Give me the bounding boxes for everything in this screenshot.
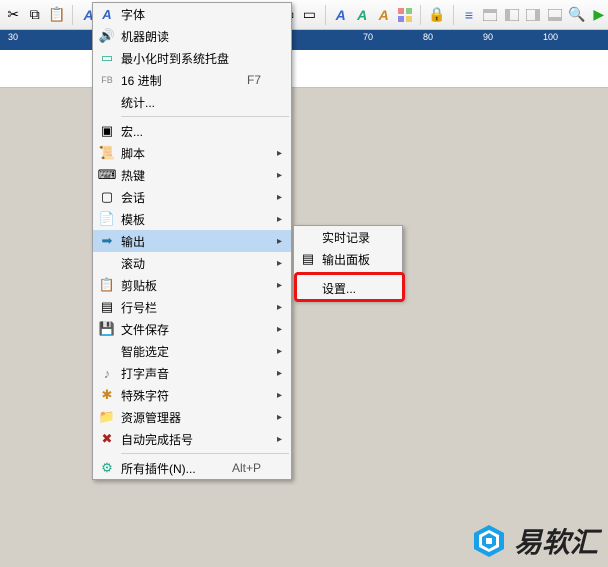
menu-item-template[interactable]: 📄 模板 ▸ — [93, 208, 291, 230]
menu-item-file-save[interactable]: 💾 文件保存 ▸ — [93, 318, 291, 340]
gear-icon: ⚙ — [93, 460, 121, 476]
menu-separator — [121, 453, 289, 454]
menu-item-special-char[interactable]: ✱ 特殊字符 ▸ — [93, 384, 291, 406]
scissors-icon[interactable]: ✂ — [4, 5, 22, 25]
chevron-right-icon: ▸ — [277, 412, 291, 423]
window-icon: ▭ — [93, 50, 121, 66]
asterisk-icon: ✱ — [93, 387, 121, 403]
menu-item-script[interactable]: 📜 脚本 ▸ — [93, 142, 291, 164]
ruler-tick: 100 — [543, 32, 558, 42]
play-box-icon: ▣ — [93, 123, 121, 139]
watermark-text: 易软汇 — [514, 521, 598, 561]
save-icon: 💾 — [93, 321, 121, 337]
menu-item-hotkey[interactable]: ⌨ 热键 ▸ — [93, 164, 291, 186]
chevron-right-icon: ▸ — [277, 324, 291, 335]
chevron-right-icon: ▸ — [277, 280, 291, 291]
lock-icon[interactable]: 🔒 — [427, 5, 446, 25]
close-x-icon: ✖ — [93, 431, 121, 447]
chevron-right-icon: ▸ — [277, 192, 291, 203]
panel2-icon[interactable] — [503, 5, 521, 25]
menu-separator — [121, 116, 289, 117]
search-icon[interactable]: 🔍 — [567, 5, 586, 25]
separator — [420, 5, 421, 25]
menu-item-explorer[interactable]: 📁 资源管理器 ▸ — [93, 406, 291, 428]
play-icon[interactable]: ▶ — [590, 5, 608, 25]
menu-item-all-plugins[interactable]: ⚙ 所有插件(N)... Alt+P — [93, 457, 291, 479]
separator — [325, 5, 326, 25]
menu-item-scroll[interactable]: 滚动 ▸ — [93, 252, 291, 274]
annotation-highlight — [294, 272, 405, 302]
panel4-icon[interactable] — [546, 5, 564, 25]
tool-icon[interactable]: ▭ — [300, 5, 318, 25]
note-icon: ♪ — [93, 366, 121, 381]
chevron-right-icon: ▸ — [277, 302, 291, 313]
font-a-icon[interactable]: A — [331, 5, 349, 25]
chevron-right-icon: ▸ — [277, 258, 291, 269]
menu-item-line-number[interactable]: ▤ 行号栏 ▸ — [93, 296, 291, 318]
menu-item-session[interactable]: ▢ 会话 ▸ — [93, 186, 291, 208]
indent-icon[interactable]: ≡ — [460, 5, 478, 25]
ruler-tick: 30 — [8, 32, 18, 42]
menu-item-speaker[interactable]: 🔊 机器朗读 — [93, 25, 291, 47]
menu-item-typing-sound[interactable]: ♪ 打字声音 ▸ — [93, 362, 291, 384]
speaker-icon: 🔊 — [93, 28, 121, 44]
list-icon: ▤ — [93, 299, 121, 315]
dialog-icon: ▢ — [93, 189, 121, 205]
menu-item-hex[interactable]: FB 16 进制 F7 — [93, 69, 291, 91]
menu-item-minimize-tray[interactable]: ▭ 最小化时到系统托盘 — [93, 47, 291, 69]
folder-icon: 📁 — [93, 409, 121, 425]
ruler-tick: 90 — [483, 32, 493, 42]
menu-item-clipboard[interactable]: 📋 剪贴板 ▸ — [93, 274, 291, 296]
chevron-right-icon: ▸ — [277, 214, 291, 225]
copy-icon[interactable]: ⧉ — [25, 5, 43, 25]
font-icon: A — [93, 7, 121, 22]
ruler-tick: 80 — [423, 32, 433, 42]
submenu-item-output-panel[interactable]: ▤ 输出面板 — [294, 248, 402, 270]
panel1-icon[interactable] — [481, 5, 499, 25]
menu-item-output[interactable]: ➡ 输出 ▸ — [93, 230, 291, 252]
menu-item-statistics[interactable]: 统计... — [93, 91, 291, 113]
chevron-right-icon: ▸ — [277, 346, 291, 357]
chevron-right-icon: ▸ — [277, 236, 291, 247]
keyboard-icon: ⌨ — [93, 167, 121, 183]
ruler-tick: 70 — [363, 32, 373, 42]
menu-item-smart-select[interactable]: 智能选定 ▸ — [93, 340, 291, 362]
document-icon: 📄 — [93, 211, 121, 227]
scroll-icon: 📜 — [93, 145, 121, 161]
panel-icon: ▤ — [294, 251, 322, 267]
paste-icon[interactable]: 📋 — [47, 5, 66, 25]
output-icon: ➡ — [93, 233, 121, 249]
menu-item-font[interactable]: A 字体 — [93, 3, 291, 25]
chevron-right-icon: ▸ — [277, 390, 291, 401]
hex-icon: FB — [93, 75, 121, 85]
menu-item-macro[interactable]: ▣ 宏... — [93, 120, 291, 142]
chevron-right-icon: ▸ — [277, 368, 291, 379]
outline-a-icon[interactable]: A — [353, 5, 371, 25]
watermark-logo-icon — [472, 524, 506, 558]
separator — [453, 5, 454, 25]
watermark: 易软汇 — [472, 521, 598, 561]
color-a-icon[interactable]: A — [374, 5, 392, 25]
chevron-right-icon: ▸ — [277, 170, 291, 181]
submenu-item-realtime-log[interactable]: 实时记录 — [294, 226, 402, 248]
chevron-right-icon: ▸ — [277, 434, 291, 445]
panel3-icon[interactable] — [524, 5, 542, 25]
plugin-menu: A 字体 🔊 机器朗读 ▭ 最小化时到系统托盘 FB 16 进制 F7 统计..… — [92, 2, 292, 480]
menu-item-auto-bracket[interactable]: ✖ 自动完成括号 ▸ — [93, 428, 291, 450]
chevron-right-icon: ▸ — [277, 148, 291, 159]
clipboard-icon: 📋 — [93, 277, 121, 293]
separator — [72, 5, 73, 25]
grid-icon[interactable] — [396, 5, 414, 25]
